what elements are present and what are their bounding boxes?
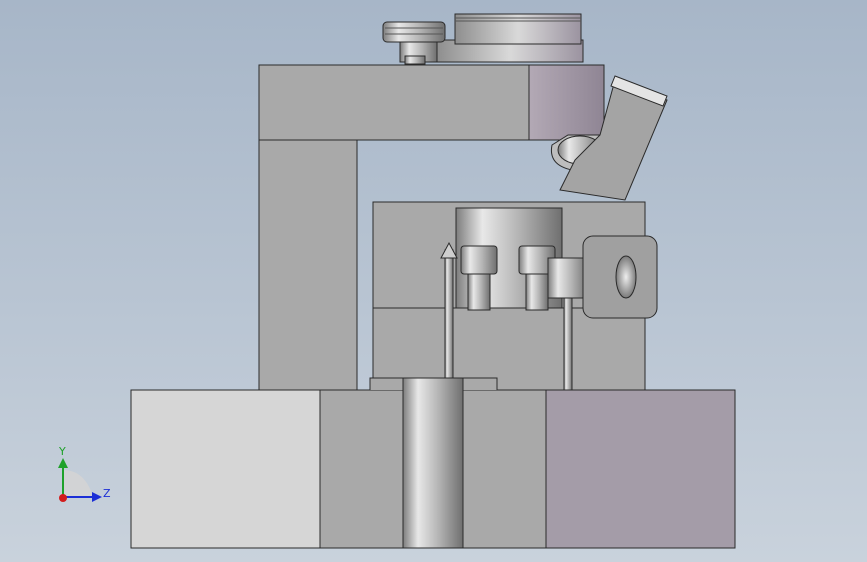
frame-top-beam-end	[528, 64, 605, 141]
side-clamp-hole	[615, 255, 637, 299]
base-right-face	[545, 389, 736, 549]
guide-rod-left	[444, 249, 454, 381]
triad-x-axis-dot	[59, 494, 67, 502]
top-dial-assembly[interactable]	[382, 13, 584, 65]
triad-z-label: Z	[103, 487, 111, 500]
triad-y-label: Y	[58, 445, 66, 458]
bolt-2-shank	[525, 269, 549, 311]
triad-z-arrow	[92, 492, 102, 502]
side-clamp-rod	[547, 257, 589, 299]
3d-viewport[interactable]: Y Z	[0, 0, 867, 562]
base-block[interactable]	[130, 377, 736, 549]
base-center-shaft	[402, 377, 464, 549]
knob-head	[382, 21, 446, 43]
knob-neck	[404, 55, 426, 65]
bolt-1-head	[460, 245, 498, 275]
triad-y-arrow	[58, 458, 68, 468]
orientation-triad: Y Z	[58, 445, 111, 502]
guide-rod-right	[563, 295, 573, 391]
model-view[interactable]: Y Z	[0, 0, 867, 562]
frame-column	[258, 139, 358, 391]
frame-top-beam	[258, 64, 530, 141]
bolt-1-shank	[467, 269, 491, 311]
triad-arc	[63, 470, 93, 497]
base-left-face	[130, 389, 321, 549]
